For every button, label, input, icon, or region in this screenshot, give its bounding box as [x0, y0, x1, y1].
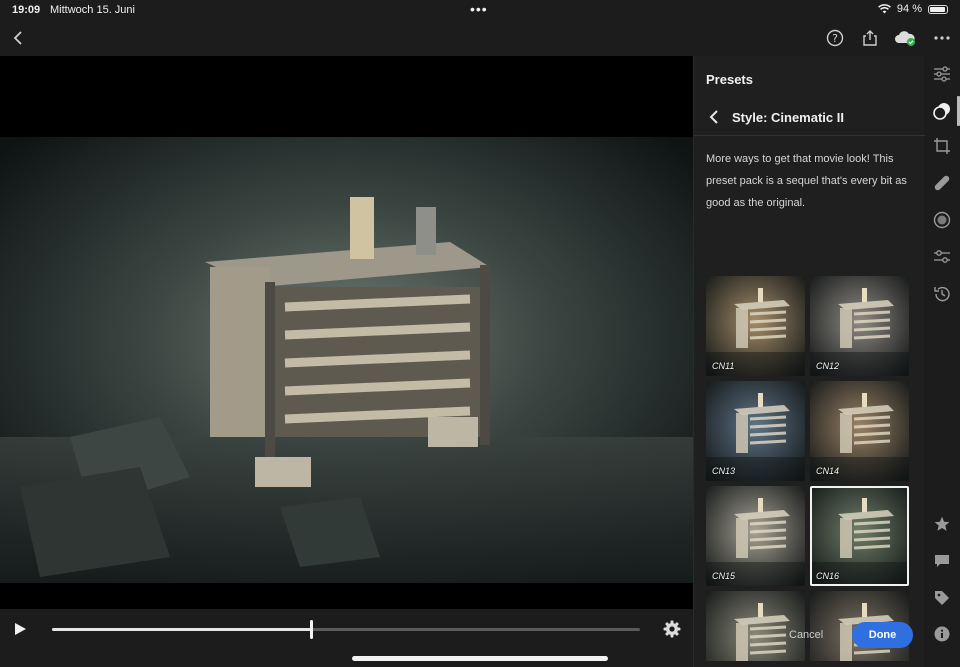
- style-back-icon[interactable]: [706, 109, 722, 125]
- help-icon[interactable]: ?: [823, 26, 847, 50]
- preset-label: CN15: [712, 571, 736, 581]
- photo[interactable]: [0, 137, 693, 583]
- edit-sliders-icon[interactable]: [932, 64, 952, 84]
- preset-label: CN13: [712, 466, 736, 476]
- preset-label: CN16: [816, 571, 840, 581]
- preset-label: CN14: [816, 466, 840, 476]
- scrubber-progress: [52, 628, 311, 631]
- info-icon[interactable]: [932, 624, 952, 644]
- preset-tile[interactable]: CN14: [810, 381, 909, 481]
- status-date: Mittwoch 15. Juni: [50, 4, 135, 16]
- style-title: Style: Cinematic II: [732, 110, 844, 125]
- style-description: More ways to get that movie look! This p…: [706, 153, 907, 209]
- preset-tile[interactable]: CN13: [706, 381, 805, 481]
- photo-viewer: [0, 56, 693, 609]
- preset-tile[interactable]: CN11: [706, 276, 805, 376]
- multitasking-dots-icon[interactable]: •••: [470, 1, 488, 17]
- preset-tile[interactable]: CN15: [706, 486, 805, 586]
- healing-icon[interactable]: [932, 173, 952, 193]
- history-icon[interactable]: [932, 284, 952, 304]
- status-bar: 19:09 Mittwoch 15. Juni ••• 94 %: [0, 0, 960, 20]
- done-button[interactable]: Done: [852, 622, 913, 648]
- comment-icon[interactable]: [932, 551, 952, 571]
- wifi-icon: [878, 4, 891, 14]
- right-tool-rail: [925, 56, 960, 667]
- crop-icon[interactable]: [932, 136, 952, 156]
- more-icon[interactable]: [930, 26, 954, 50]
- rating-icon[interactable]: [932, 514, 952, 534]
- scrubber-handle[interactable]: [309, 620, 313, 639]
- status-time: 19:09: [12, 4, 41, 16]
- keyword-icon[interactable]: [932, 588, 952, 608]
- versions-icon[interactable]: [932, 247, 952, 267]
- style-header: Style: Cinematic II: [694, 100, 925, 136]
- panel-title: Presets: [706, 72, 753, 87]
- preset-label: CN12: [816, 361, 840, 371]
- preset-tile[interactable]: [706, 591, 805, 661]
- masking-icon[interactable]: [932, 210, 952, 230]
- svg-text:?: ?: [832, 32, 838, 45]
- share-icon[interactable]: [858, 26, 882, 50]
- cloud-sync-icon[interactable]: [893, 26, 917, 50]
- cancel-button[interactable]: Cancel: [789, 629, 823, 641]
- home-indicator[interactable]: [352, 656, 608, 661]
- playback-scrubber[interactable]: [52, 620, 640, 639]
- preset-tile[interactable]: CN16: [810, 486, 909, 586]
- preset-grid: CN11 CN12 CN13 CN14 CN15 CN16: [706, 276, 912, 661]
- gear-icon[interactable]: [663, 620, 681, 638]
- presets-icon[interactable]: [932, 101, 952, 121]
- presets-panel: Presets Style: Cinematic II More ways to…: [693, 56, 925, 667]
- battery-percent: 94 %: [896, 3, 922, 15]
- play-icon[interactable]: [12, 621, 28, 637]
- back-icon[interactable]: [6, 26, 30, 50]
- battery-icon: [928, 4, 948, 14]
- preset-tile[interactable]: CN12: [810, 276, 909, 376]
- preset-label: CN11: [712, 361, 735, 371]
- top-toolbar: ?: [0, 20, 960, 56]
- status-right: 94 %: [878, 3, 948, 15]
